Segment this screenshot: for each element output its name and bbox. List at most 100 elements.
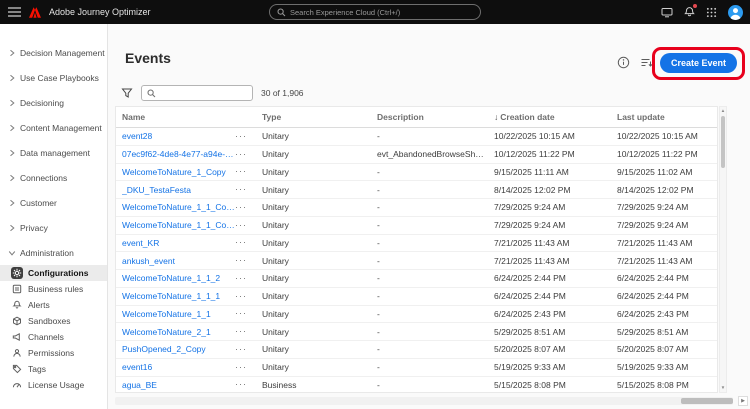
table-row[interactable]: event16 ··· Unitary - 5/19/2025 9:33 AM … bbox=[116, 359, 717, 377]
table-row[interactable]: event28 ··· Unitary - 10/22/2025 10:15 A… bbox=[116, 128, 717, 146]
event-description: - bbox=[371, 185, 488, 195]
sidebar-item[interactable]: Customer bbox=[0, 190, 107, 215]
more-options-button[interactable]: ··· bbox=[235, 345, 247, 354]
sidebar-item[interactable]: Decisioning bbox=[0, 90, 107, 115]
table-row[interactable]: WelcomeToNature_1_1_Copy2 ··· Unitary - … bbox=[116, 199, 717, 217]
table-search[interactable] bbox=[141, 85, 253, 101]
table-row[interactable]: WelcomeToNature_2_1 ··· Unitary - 5/29/2… bbox=[116, 323, 717, 341]
tag-icon bbox=[11, 363, 23, 375]
notifications-icon[interactable] bbox=[684, 6, 695, 18]
more-options-button[interactable]: ··· bbox=[235, 256, 247, 265]
console-icon[interactable] bbox=[661, 6, 673, 18]
event-last-update: 10/12/2025 11:22 PM bbox=[611, 149, 717, 159]
scroll-up-icon[interactable]: ▲ bbox=[720, 109, 726, 114]
column-header-description[interactable]: Description bbox=[371, 112, 488, 122]
create-event-button[interactable]: Create Event bbox=[660, 53, 737, 73]
event-name-link[interactable]: WelcomeToNature_1_1 bbox=[122, 309, 211, 319]
table-row[interactable]: WelcomeToNature_1_1 ··· Unitary - 6/24/2… bbox=[116, 306, 717, 324]
scroll-right-icon[interactable]: ▶ bbox=[738, 396, 748, 406]
sidebar-item[interactable]: Connections bbox=[0, 165, 107, 190]
vertical-scroll-thumb[interactable] bbox=[721, 116, 725, 168]
sidebar-item-permissions[interactable]: Permissions bbox=[0, 345, 107, 361]
event-name-link[interactable]: ankush_event bbox=[122, 256, 175, 266]
sidebar-item[interactable]: Decision Management bbox=[0, 40, 107, 65]
global-search-input[interactable] bbox=[290, 8, 473, 17]
table-row[interactable]: agua_BE ··· Business - 5/15/2025 8:08 PM… bbox=[116, 377, 717, 394]
table-row[interactable]: event_KR ··· Unitary - 7/21/2025 11:43 A… bbox=[116, 235, 717, 253]
table-row[interactable]: ankush_event ··· Unitary - 7/21/2025 11:… bbox=[116, 252, 717, 270]
menu-icon[interactable] bbox=[8, 7, 21, 17]
sidebar-item[interactable]: Privacy bbox=[0, 215, 107, 240]
vertical-scrollbar[interactable]: ▲ ▼ bbox=[719, 106, 727, 393]
event-name-link[interactable]: WelcomeToNature_1_Copy bbox=[122, 167, 226, 177]
chevron-right-icon bbox=[8, 99, 16, 107]
sidebar-item-label: Business rules bbox=[28, 284, 83, 294]
global-search[interactable] bbox=[269, 4, 481, 20]
event-name-link[interactable]: WelcomeToNature_1_1_Copy2 bbox=[122, 202, 235, 212]
event-type: Unitary bbox=[256, 291, 371, 301]
event-name-link[interactable]: event16 bbox=[122, 362, 152, 372]
more-options-button[interactable]: ··· bbox=[235, 238, 247, 247]
more-options-button[interactable]: ··· bbox=[235, 309, 247, 318]
display-options-icon[interactable] bbox=[640, 56, 653, 69]
gauge-icon bbox=[11, 379, 23, 391]
event-name-link[interactable]: WelcomeToNature_2_1 bbox=[122, 327, 211, 337]
table-row[interactable]: PushOpened_2_Copy ··· Unitary - 5/20/202… bbox=[116, 341, 717, 359]
event-name-link[interactable]: event28 bbox=[122, 131, 152, 141]
event-name-link[interactable]: WelcomeToNature_1_1_1 bbox=[122, 291, 220, 301]
event-type: Unitary bbox=[256, 220, 371, 230]
event-name-link[interactable]: 07ec9f62-4de8-4e77-a94e-508a49 bbox=[122, 149, 235, 159]
table-row[interactable]: WelcomeToNature_1_1_1 ··· Unitary - 6/24… bbox=[116, 288, 717, 306]
column-header-type[interactable]: Type bbox=[256, 112, 371, 122]
more-options-button[interactable]: ··· bbox=[235, 363, 247, 372]
horizontal-scrollbar[interactable] bbox=[115, 397, 733, 405]
column-header-creation-date[interactable]: ↓Creation date bbox=[488, 112, 611, 122]
more-options-button[interactable]: ··· bbox=[235, 327, 247, 336]
event-last-update: 5/20/2025 8:07 AM bbox=[611, 344, 717, 354]
more-options-button[interactable]: ··· bbox=[235, 221, 247, 230]
more-options-button[interactable]: ··· bbox=[235, 150, 247, 159]
event-name-link[interactable]: agua_BE bbox=[122, 380, 157, 390]
info-icon[interactable] bbox=[617, 56, 630, 69]
more-options-button[interactable]: ··· bbox=[235, 380, 247, 389]
app-switcher-icon[interactable] bbox=[706, 7, 717, 18]
sidebar-item-alerts[interactable]: Alerts bbox=[0, 297, 107, 313]
sidebar-item-business-rules[interactable]: Business rules bbox=[0, 281, 107, 297]
sidebar-item[interactable]: Use Case Playbooks bbox=[0, 65, 107, 90]
column-header-last-update[interactable]: Last update bbox=[611, 112, 717, 122]
horizontal-scroll-thumb[interactable] bbox=[681, 398, 733, 404]
event-description: - bbox=[371, 362, 488, 372]
sidebar-item-administration[interactable]: Administration bbox=[0, 240, 107, 265]
more-options-button[interactable]: ··· bbox=[235, 292, 247, 301]
event-creation-date: 5/15/2025 8:08 PM bbox=[488, 380, 611, 390]
sidebar-item[interactable]: Content Management bbox=[0, 115, 107, 140]
sidebar-item-configurations[interactable]: Configurations bbox=[0, 265, 107, 281]
sidebar-item-sandboxes[interactable]: Sandboxes bbox=[0, 313, 107, 329]
events-table: Name Type Description ↓Creation date Las… bbox=[115, 106, 718, 393]
column-header-name[interactable]: Name bbox=[116, 112, 256, 122]
sidebar-item-tags[interactable]: Tags bbox=[0, 361, 107, 377]
scroll-down-icon[interactable]: ▼ bbox=[720, 386, 726, 391]
table-search-input[interactable] bbox=[160, 89, 270, 98]
event-name-link[interactable]: _DKU_TestaFesta bbox=[122, 185, 191, 195]
table-row[interactable]: WelcomeToNature_1_Copy ··· Unitary - 9/1… bbox=[116, 164, 717, 182]
more-options-button[interactable]: ··· bbox=[235, 274, 247, 283]
more-options-button[interactable]: ··· bbox=[235, 185, 247, 194]
more-options-button[interactable]: ··· bbox=[235, 203, 247, 212]
event-name-link[interactable]: event_KR bbox=[122, 238, 159, 248]
table-row[interactable]: WelcomeToNature_1_1_Copy ··· Unitary - 7… bbox=[116, 217, 717, 235]
table-row[interactable]: WelcomeToNature_1_1_2 ··· Unitary - 6/24… bbox=[116, 270, 717, 288]
sidebar-item-license-usage[interactable]: License Usage bbox=[0, 377, 107, 393]
more-options-button[interactable]: ··· bbox=[235, 132, 247, 141]
sidebar-item[interactable]: Data management bbox=[0, 140, 107, 165]
event-name-link[interactable]: PushOpened_2_Copy bbox=[122, 344, 206, 354]
table-row[interactable]: _DKU_TestaFesta ··· Unitary - 8/14/2025 … bbox=[116, 181, 717, 199]
filter-icon[interactable] bbox=[121, 87, 133, 99]
event-creation-date: 6/24/2025 2:43 PM bbox=[488, 309, 611, 319]
avatar[interactable] bbox=[728, 5, 743, 20]
event-name-link[interactable]: WelcomeToNature_1_1_2 bbox=[122, 273, 220, 283]
more-options-button[interactable]: ··· bbox=[235, 167, 247, 176]
event-name-link[interactable]: WelcomeToNature_1_1_Copy bbox=[122, 220, 235, 230]
table-row[interactable]: 07ec9f62-4de8-4e77-a94e-508a49 ··· Unita… bbox=[116, 146, 717, 164]
sidebar-item-channels[interactable]: Channels bbox=[0, 329, 107, 345]
